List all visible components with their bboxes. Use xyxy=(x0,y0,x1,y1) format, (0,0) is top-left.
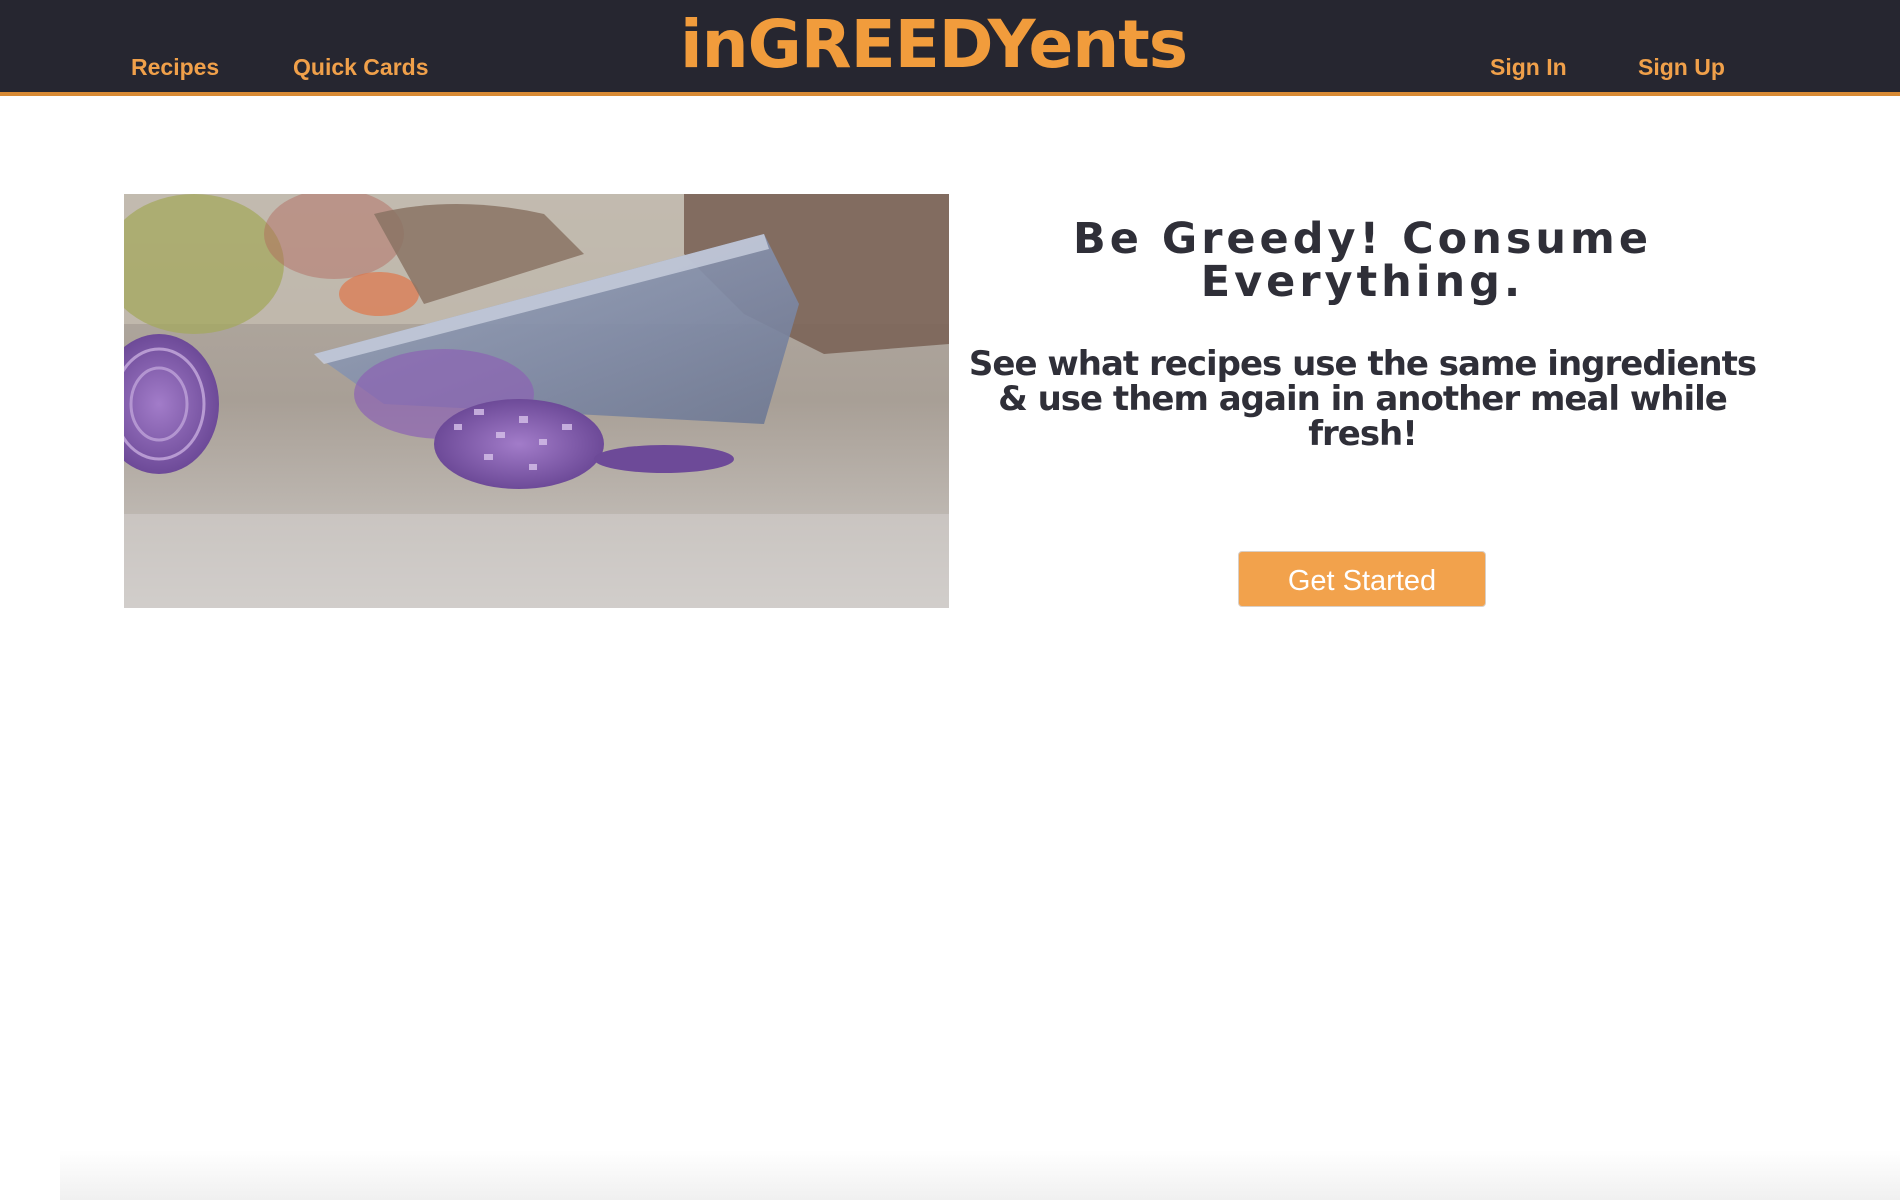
nav-link-recipes[interactable]: Recipes xyxy=(131,54,219,81)
nav-link-sign-in[interactable]: Sign In xyxy=(1490,54,1567,81)
top-navbar: Recipes Quick Cards inGREEDYents Sign In… xyxy=(0,0,1900,96)
site-logo[interactable]: inGREEDYents xyxy=(680,6,1188,83)
hero-image-onion-chopping xyxy=(124,194,949,608)
get-started-button[interactable]: Get Started xyxy=(1238,551,1486,607)
chopping-onion-illustration xyxy=(124,194,949,608)
hero-headline: Be Greedy! Consume Everything. xyxy=(960,218,1765,304)
nav-link-quick-cards[interactable]: Quick Cards xyxy=(293,54,429,81)
bottom-fade xyxy=(60,1150,1900,1200)
hero-subheadline: See what recipes use the same ingredient… xyxy=(968,344,1757,454)
hero-headline-line-2: Everything. xyxy=(1200,257,1525,307)
nav-link-sign-up[interactable]: Sign Up xyxy=(1638,54,1725,81)
hero-text-block: Be Greedy! Consume Everything. See what … xyxy=(960,218,1765,452)
